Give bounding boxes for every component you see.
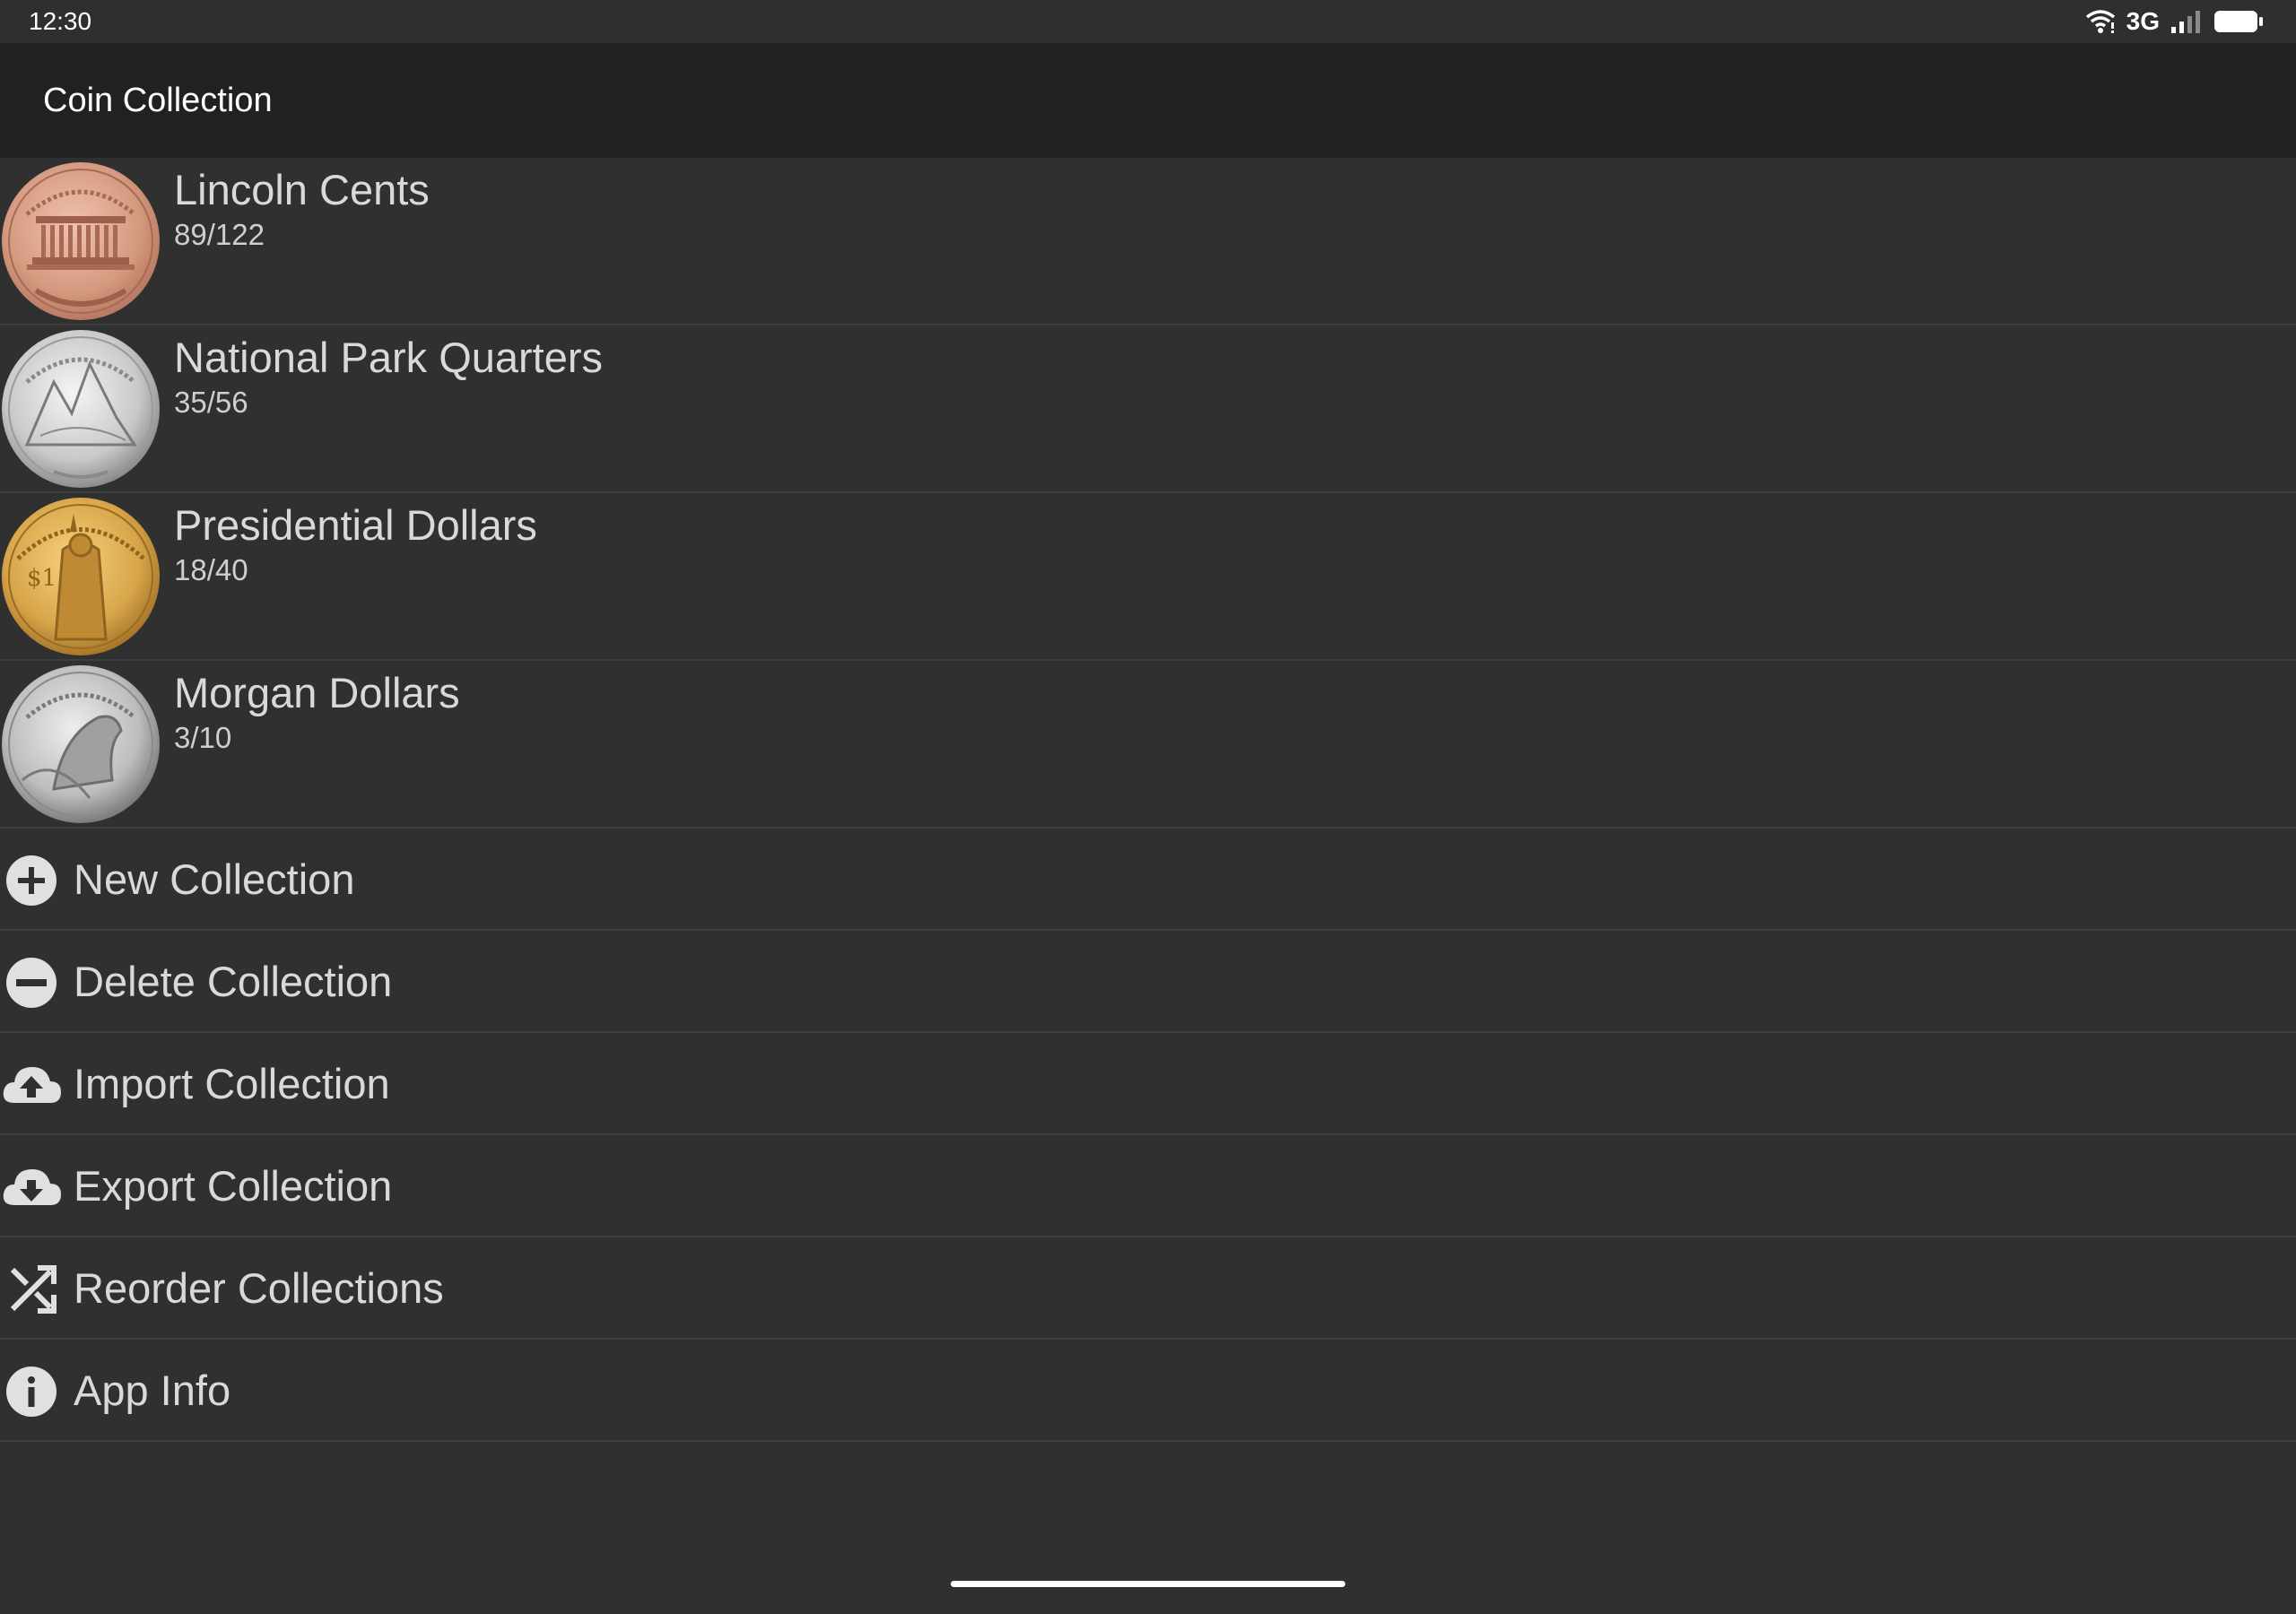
- collection-name: Morgan Dollars: [174, 669, 460, 716]
- app-info-button[interactable]: App Info: [0, 1340, 2296, 1442]
- collection-row-lincoln-cents[interactable]: Lincoln Cents 89/122: [0, 158, 2296, 325]
- app-title: Coin Collection: [43, 82, 273, 119]
- collection-name: Presidential Dollars: [174, 501, 537, 549]
- shuffle-icon: [2, 1264, 61, 1315]
- collection-count: 35/56: [174, 386, 248, 419]
- status-time: 12:30: [29, 7, 92, 35]
- presidential-dollar-coin-image: $1: [0, 496, 161, 657]
- reorder-collections-button[interactable]: Reorder Collections: [0, 1237, 2296, 1340]
- collection-name: Lincoln Cents: [174, 166, 430, 213]
- export-collection-label: Export Collection: [74, 1162, 393, 1210]
- home-indicator[interactable]: [951, 1581, 1345, 1587]
- plus-circle-icon: [2, 855, 61, 906]
- collection-name: National Park Quarters: [174, 334, 604, 381]
- svg-text:$1: $1: [27, 565, 57, 592]
- export-collection-button[interactable]: Export Collection: [0, 1135, 2296, 1237]
- app-bar: Coin Collection: [0, 43, 2296, 158]
- status-icons: 3G: [2085, 7, 2264, 36]
- morgan-dollar-coin-image: [0, 664, 161, 825]
- collection-row-morgan-dollars[interactable]: Morgan Dollars 3/10: [0, 661, 2296, 829]
- lincoln-cent-coin-image: [0, 161, 161, 322]
- collection-count: 18/40: [174, 553, 248, 586]
- cloud-download-icon: [2, 1162, 61, 1212]
- collection-row-national-park-quarters[interactable]: National Park Quarters 35/56: [0, 325, 2296, 493]
- wifi-icon: [2085, 9, 2116, 34]
- new-collection-label: New Collection: [74, 855, 355, 903]
- collection-row-presidential-dollars[interactable]: $1 Presidential Dollars 18/40: [0, 493, 2296, 661]
- national-park-quarter-coin-image: [0, 328, 161, 490]
- collection-count: 89/122: [174, 218, 265, 251]
- reorder-collections-label: Reorder Collections: [74, 1264, 444, 1312]
- minus-circle-icon: [2, 958, 61, 1008]
- info-circle-icon: [2, 1367, 61, 1417]
- new-collection-button[interactable]: New Collection: [0, 829, 2296, 931]
- battery-icon: [2213, 9, 2264, 34]
- delete-collection-label: Delete Collection: [74, 958, 393, 1005]
- collection-list: Lincoln Cents 89/122 National Park Quart…: [0, 158, 2296, 1442]
- network-type-label: 3G: [2126, 7, 2160, 35]
- collection-count: 3/10: [174, 721, 232, 754]
- signal-icon: [2170, 9, 2203, 34]
- status-bar: 12:30 3G: [0, 0, 2296, 43]
- import-collection-button[interactable]: Import Collection: [0, 1033, 2296, 1135]
- app-info-label: App Info: [74, 1367, 231, 1414]
- import-collection-label: Import Collection: [74, 1060, 390, 1107]
- delete-collection-button[interactable]: Delete Collection: [0, 931, 2296, 1033]
- cloud-upload-icon: [2, 1060, 61, 1110]
